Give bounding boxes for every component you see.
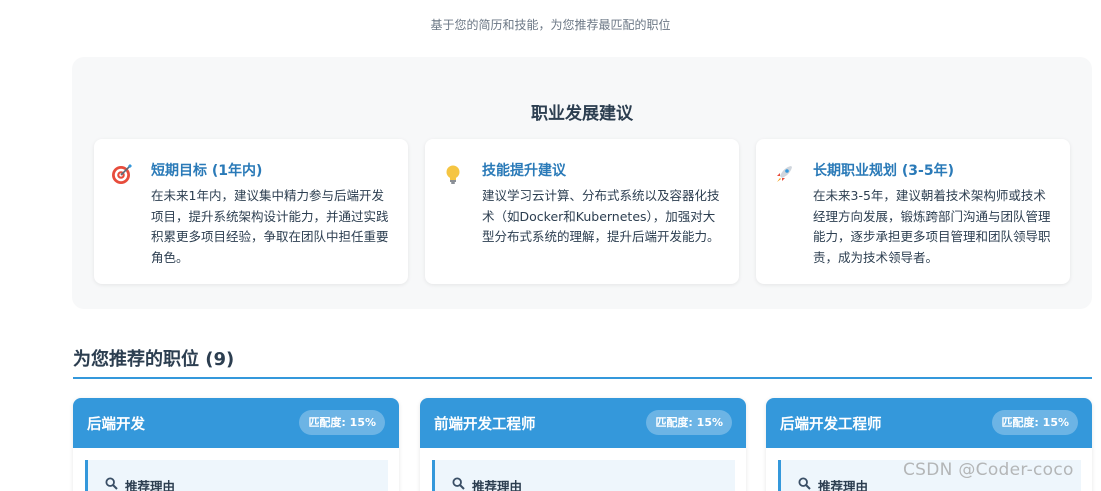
target-icon — [112, 164, 132, 184]
recommend-reason-box: 推荐理由 — [85, 460, 388, 491]
advice-card-text: 在未来1年内，建议集中精力参与后端开发项目，提升系统架构设计能力，并通过实践积累… — [151, 188, 389, 265]
job-card[interactable]: 后端开发 匹配度: 15% 推荐理由 — [73, 398, 399, 491]
career-advice-panel: 职业发展建议 短期目标 (1年内) 在未来1年内，建议集中精力参与后端开发项目，… — [72, 57, 1092, 309]
job-title: 后端开发 — [87, 417, 145, 433]
watermark: CSDN @Coder-coco — [903, 460, 1074, 480]
career-advice-title: 职业发展建议 — [531, 104, 633, 124]
advice-card-heading: 短期目标 (1年内) — [151, 163, 263, 179]
job-card-header: 后端开发 匹配度: 15% — [73, 398, 399, 448]
recommend-reason-box: 推荐理由 — [432, 460, 735, 491]
recommend-reason-label: 推荐理由 — [472, 479, 523, 491]
advice-card-heading: 长期职业规划 (3-5年) — [813, 163, 954, 179]
job-title: 前端开发工程师 — [434, 417, 536, 433]
recommend-reason-label: 推荐理由 — [125, 479, 176, 491]
page-subtitle: 基于您的简历和技能，为您推荐最匹配的职位 — [430, 18, 671, 32]
search-icon — [452, 477, 465, 490]
match-badge: 匹配度: 15% — [992, 410, 1078, 435]
search-icon — [105, 477, 118, 490]
job-title: 后端开发工程师 — [780, 417, 882, 433]
recommend-reason-label: 推荐理由 — [818, 479, 869, 491]
advice-card-text: 在未来3-5年，建议朝着技术架构师或技术经理方向发展，锻炼跨部门沟通与团队管理能… — [813, 188, 1051, 265]
job-card-header: 后端开发工程师 匹配度: 15% — [766, 398, 1092, 448]
section-divider — [73, 377, 1092, 379]
search-icon — [798, 477, 811, 490]
match-badge: 匹配度: 15% — [646, 410, 732, 435]
recommended-jobs-title: 为您推荐的职位 (9) — [73, 349, 235, 370]
advice-card-short-term: 短期目标 (1年内) 在未来1年内，建议集中精力参与后端开发项目，提升系统架构设… — [94, 139, 408, 284]
job-card[interactable]: 前端开发工程师 匹配度: 15% 推荐理由 — [420, 398, 746, 491]
advice-card-heading: 技能提升建议 — [482, 163, 566, 179]
lightbulb-icon — [446, 165, 460, 184]
job-card-header: 前端开发工程师 匹配度: 15% — [420, 398, 746, 448]
advice-card-long-term: 长期职业规划 (3-5年) 在未来3-5年，建议朝着技术架构师或技术经理方向发展… — [756, 139, 1070, 284]
rocket-icon — [777, 166, 792, 182]
advice-card-text: 建议学习云计算、分布式系统以及容器化技术（如Docker和Kubernetes）… — [482, 188, 720, 244]
match-badge: 匹配度: 15% — [299, 410, 385, 435]
advice-card-skills: 技能提升建议 建议学习云计算、分布式系统以及容器化技术（如Docker和Kube… — [425, 139, 739, 284]
page: 基于您的简历和技能，为您推荐最匹配的职位 职业发展建议 短期目标 (1年内) 在… — [0, 0, 1101, 491]
